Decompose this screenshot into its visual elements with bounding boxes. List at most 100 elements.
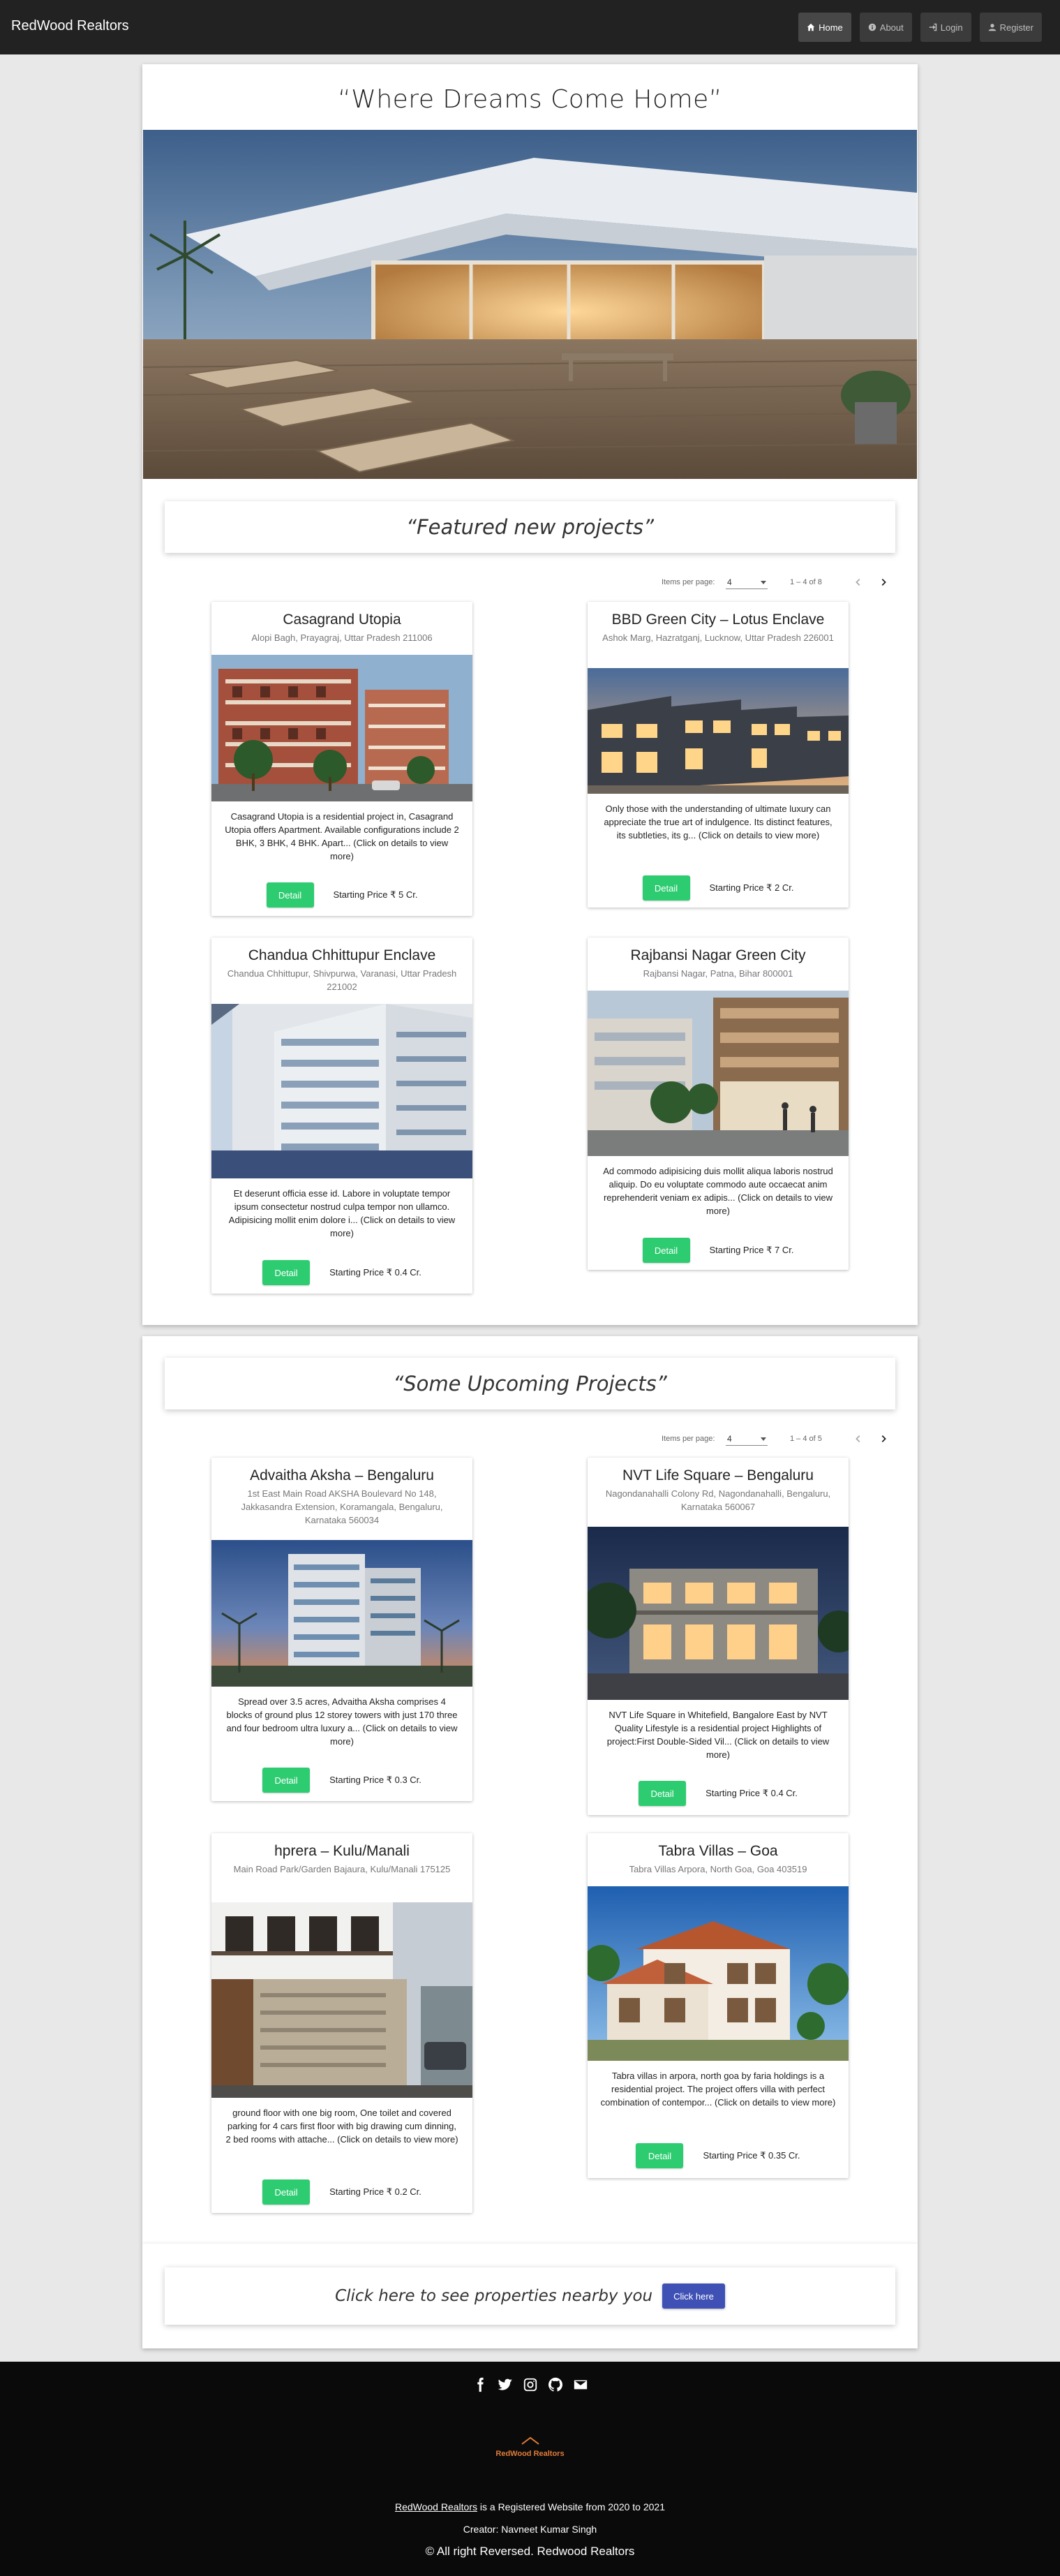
footer: RedWood Realtors RedWood Realtors is a R…: [0, 2362, 1060, 2576]
nearby-button[interactable]: Click here: [662, 2283, 725, 2309]
previous-page-button[interactable]: [850, 574, 867, 591]
project-description: Tabra villas in arpora, north goa by far…: [600, 2071, 836, 2108]
project-image[interactable]: [588, 1527, 849, 1700]
card-footer: Detail Starting Price ₹ 2 Cr.: [588, 875, 849, 901]
detail-button[interactable]: Detail: [262, 1260, 311, 1285]
project-card: Advaitha Aksha – Bengaluru 1st East Main…: [211, 1458, 472, 1801]
previous-page-button[interactable]: [850, 1430, 867, 1447]
card-footer: Detail Starting Price ₹ 5 Cr.: [211, 882, 472, 908]
card-footer: Detail Starting Price ₹ 0.4 Cr.: [211, 1260, 472, 1285]
nav-register-button[interactable]: Register: [979, 13, 1042, 42]
project-card: BBD Green City – Lotus Enclave Ashok Mar…: [588, 602, 849, 908]
project-address: Tabra Villas Arpora, North Goa, Goa 4035…: [629, 1864, 807, 1874]
detail-button[interactable]: Detail: [262, 2179, 311, 2205]
page-size-value: 4: [727, 1434, 732, 1444]
project-address: Chandua Chhittupur, Shivpurwa, Varanasi,…: [227, 968, 457, 992]
project-description: Et deserunt officia esse id. Labore in v…: [228, 1188, 456, 1238]
hero-image: [143, 130, 917, 479]
project-card: hprera – Kulu/Manali Main Road Park/Gard…: [211, 1833, 472, 2213]
starting-price: Starting Price ₹ 7 Cr.: [709, 1245, 794, 1255]
detail-button[interactable]: Detail: [266, 882, 314, 908]
nav-login-button[interactable]: Login: [920, 13, 971, 42]
page-size-select[interactable]: 4: [726, 575, 768, 589]
nav-home-label: Home: [819, 22, 843, 33]
card-footer: Detail Starting Price ₹ 0.35 Cr.: [588, 2143, 849, 2168]
project-title: BBD Green City – Lotus Enclave: [611, 612, 825, 628]
project-image[interactable]: [211, 655, 472, 801]
project-title: Casagrand Utopia: [283, 612, 401, 628]
nav-about-button[interactable]: About: [859, 13, 912, 42]
project-description: Casagrand Utopia is a residential projec…: [225, 811, 459, 861]
chevron-left-icon: [856, 579, 860, 586]
detail-button[interactable]: Detail: [262, 1768, 311, 1793]
registered-text: is a Registered Website from 2020 to 202…: [477, 2501, 666, 2512]
nav-home-button[interactable]: Home: [798, 13, 851, 42]
card-footer: Detail Starting Price ₹ 0.3 Cr.: [211, 1768, 472, 1793]
detail-button[interactable]: Detail: [642, 1238, 690, 1263]
house-roof-icon: [521, 2436, 539, 2445]
page-range: 1 – 4 of 8: [790, 578, 822, 586]
project-image[interactable]: [211, 1902, 472, 2098]
project-address: Alopi Bagh, Prayagraj, Uttar Pradesh 211…: [251, 632, 433, 643]
facebook-icon[interactable]: [471, 2376, 489, 2394]
nav-login-label: Login: [940, 22, 963, 33]
starting-price: Starting Price ₹ 2 Cr.: [709, 882, 794, 893]
detail-button[interactable]: Detail: [639, 1781, 687, 1806]
detail-button[interactable]: Detail: [642, 875, 690, 901]
featured-heading: “Featured new projects”: [165, 501, 895, 553]
project-card: Tabra Villas – Goa Tabra Villas Arpora, …: [588, 1833, 849, 2178]
instagram-icon[interactable]: [521, 2376, 539, 2394]
navbar: RedWood Realtors Home About Login Regist…: [0, 0, 1060, 54]
upcoming-paginator: Items per page: 4 1 – 4 of 5: [662, 1430, 892, 1447]
info-icon: [868, 23, 876, 31]
project-card: Casagrand Utopia Alopi Bagh, Prayagraj, …: [211, 602, 472, 916]
project-description: Only those with the understanding of ult…: [604, 804, 833, 841]
brand-logo[interactable]: RedWood Realtors: [11, 18, 129, 34]
github-icon[interactable]: [546, 2376, 565, 2394]
project-image[interactable]: [588, 668, 849, 794]
twitter-icon[interactable]: [496, 2376, 514, 2394]
registered-link[interactable]: RedWood Realtors: [395, 2501, 477, 2512]
login-icon: [929, 23, 937, 31]
project-card: Rajbansi Nagar Green City Rajbansi Nagar…: [588, 938, 849, 1270]
project-address: 1st East Main Road AKSHA Boulevard No 14…: [241, 1488, 443, 1525]
card-footer: Detail Starting Price ₹ 0.2 Cr.: [211, 2179, 472, 2205]
starting-price: Starting Price ₹ 5 Cr.: [333, 889, 418, 900]
card-footer: Detail Starting Price ₹ 7 Cr.: [588, 1238, 849, 1263]
project-address: Main Road Park/Garden Bajaura, Kulu/Mana…: [233, 1864, 451, 1874]
envelope-icon[interactable]: [572, 2376, 590, 2394]
project-description: NVT Life Square in Whitefield, Bangalore…: [606, 1710, 830, 1760]
hero-tagline: “Where Dreams Come Home”: [338, 85, 722, 114]
footer-logo-text: RedWood Realtors: [495, 2450, 565, 2458]
starting-price: Starting Price ₹ 0.2 Cr.: [329, 2186, 421, 2197]
page-size-select[interactable]: 4: [726, 1432, 768, 1446]
creator-line: Creator: Navneet Kumar Singh: [463, 2524, 597, 2535]
nav-about-label: About: [879, 22, 904, 33]
detail-button[interactable]: Detail: [636, 2143, 684, 2168]
nav-register-label: Register: [999, 22, 1033, 33]
next-page-button[interactable]: [875, 574, 892, 591]
nearby-text: Click here to see properties nearby you: [335, 2287, 653, 2305]
social-links: [0, 2376, 1060, 2394]
chevron-down-icon: [761, 1437, 766, 1441]
user-icon: [988, 24, 996, 31]
next-page-button[interactable]: [875, 1430, 892, 1447]
project-image[interactable]: [211, 1540, 472, 1687]
starting-price: Starting Price ₹ 0.4 Cr.: [706, 1788, 798, 1798]
project-description: Spread over 3.5 acres, Advaitha Aksha co…: [226, 1696, 458, 1747]
project-description: Ad commodo adipisicing duis mollit aliqu…: [603, 1166, 833, 1216]
page-range: 1 – 4 of 5: [790, 1435, 822, 1443]
chevron-right-icon: [881, 1435, 886, 1442]
project-image[interactable]: [588, 991, 849, 1156]
project-image[interactable]: [211, 1004, 472, 1178]
starting-price: Starting Price ₹ 0.4 Cr.: [329, 1267, 421, 1278]
project-image[interactable]: [588, 1886, 849, 2061]
project-title: hprera – Kulu/Manali: [274, 1843, 410, 1859]
card-footer: Detail Starting Price ₹ 0.4 Cr.: [588, 1781, 849, 1806]
upcoming-heading: “Some Upcoming Projects”: [165, 1358, 895, 1409]
nearby-banner: Click here to see properties nearby you …: [165, 2267, 895, 2325]
chevron-left-icon: [856, 1435, 860, 1442]
project-card: Chandua Chhittupur Enclave Chandua Chhit…: [211, 938, 472, 1294]
project-address: Nagondanahalli Colony Rd, Nagondanahalli…: [605, 1488, 831, 1512]
project-description: ground floor with one big room, One toil…: [225, 2108, 458, 2145]
